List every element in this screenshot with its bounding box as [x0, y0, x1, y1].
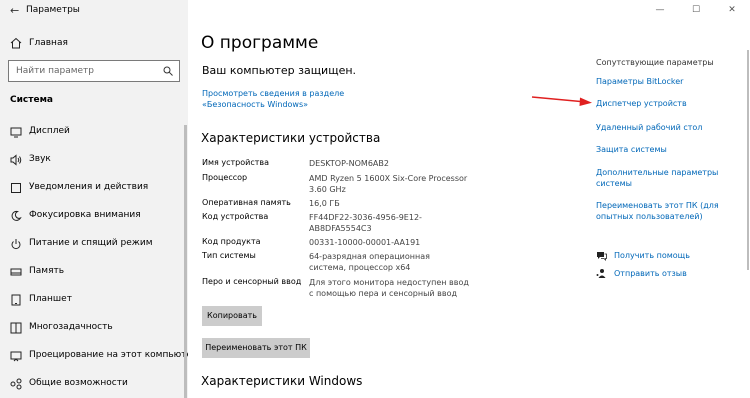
storage-icon	[10, 268, 22, 276]
sidebar-item-label: Уведомления и действия	[29, 182, 149, 192]
back-arrow-icon[interactable]: ←	[10, 4, 19, 17]
device-manager-link[interactable]: Диспетчер устройств	[596, 98, 726, 109]
sidebar-item-display[interactable]: Дисплей	[0, 121, 188, 143]
sidebar-item-multitasking[interactable]: Многозадачность	[0, 317, 188, 339]
copy-button[interactable]: Копировать	[202, 306, 262, 326]
send-feedback-label: Отправить отзыв	[614, 269, 687, 278]
sidebar-item-tablet[interactable]: Планшет	[0, 289, 188, 311]
spec-value: AMD Ryzen 5 1600X Six-Core Processor 3.6…	[309, 174, 468, 194]
spec-value: FF44DF22-3036-4956-9E12-AB8DFA5554C3	[309, 213, 422, 233]
projecting-icon	[10, 351, 22, 362]
sidebar-item-label: Питание и спящий режим	[29, 238, 153, 248]
search-placeholder: Найти параметр	[16, 66, 94, 76]
power-icon	[11, 239, 21, 250]
remote-desktop-link[interactable]: Удаленный рабочий стол	[596, 122, 726, 133]
sound-icon	[10, 154, 22, 166]
advanced-system-settings-link[interactable]: Дополнительные параметры системы	[596, 167, 726, 189]
sidebar-item-label: Память	[29, 266, 65, 276]
spec-key: Код устройства	[202, 212, 269, 221]
sidebar-item-power[interactable]: Питание и спящий режим	[0, 233, 188, 255]
sidebar-item-label: Общие возможности	[29, 378, 128, 388]
spec-key: Имя устройства	[202, 158, 270, 167]
spec-key: Процессор	[202, 173, 248, 182]
home-icon	[10, 37, 22, 49]
close-button[interactable]: ✕	[714, 0, 750, 22]
spec-key: Оперативная память	[202, 198, 291, 207]
sidebar-item-label: Фокусировка внимания	[29, 210, 141, 220]
multitasking-icon	[10, 322, 22, 334]
system-protection-link[interactable]: Защита системы	[596, 144, 726, 155]
get-help-label: Получить помощь	[614, 251, 690, 260]
spec-key: Перо и сенсорный ввод	[202, 277, 302, 286]
sidebar-item-storage[interactable]: Память	[0, 261, 188, 283]
focus-icon	[11, 210, 22, 221]
display-icon	[10, 127, 22, 138]
sidebar-item-label: Многозадачность	[29, 322, 113, 332]
spec-value: 00331-10000-00001-AA191	[309, 238, 421, 247]
sidebar-item-label: Звук	[29, 154, 51, 164]
device-specs-heading: Характеристики устройства	[201, 131, 381, 145]
help-chat-icon	[597, 252, 607, 261]
related-settings-title: Сопутствующие параметры	[596, 58, 714, 67]
bitlocker-link[interactable]: Параметры BitLocker	[596, 76, 726, 87]
security-link[interactable]: Просмотреть сведения в разделе «Безопасн…	[202, 88, 402, 110]
sidebar-item-label: Дисплей	[29, 126, 70, 136]
notifications-icon	[11, 183, 21, 193]
maximize-button[interactable]: ☐	[678, 0, 714, 22]
minimize-button[interactable]: —	[642, 0, 678, 22]
nav-home[interactable]: Главная	[0, 32, 188, 54]
window-controls: — ☐ ✕	[642, 0, 750, 22]
sidebar-item-projecting[interactable]: Проецирование на этот компьютер	[0, 345, 198, 367]
spec-key: Код продукта	[202, 237, 261, 246]
sidebar-item-label: Планшет	[29, 294, 72, 304]
main-scrollbar[interactable]	[747, 50, 749, 270]
sidebar-item-label: Проецирование на этот компьютер	[29, 350, 198, 360]
spec-value: DESKTOP-NOM6AB2	[309, 159, 389, 168]
sidebar-item-shared[interactable]: Общие возможности	[0, 373, 188, 395]
rename-pc-advanced-link[interactable]: Переименовать этот ПК (для опытных польз…	[596, 200, 726, 222]
spec-value: Для этого монитора недоступен ввод с пом…	[309, 278, 469, 298]
spec-value: 16,0 ГБ	[309, 199, 340, 208]
shared-icon	[10, 378, 22, 390]
sidebar-item-sound[interactable]: Звук	[0, 149, 188, 171]
windows-specs-heading: Характеристики Windows	[201, 374, 363, 388]
spec-value: 64-разрядная операционная система, проце…	[309, 252, 430, 272]
sidebar-item-notifications[interactable]: Уведомления и действия	[0, 177, 188, 199]
sidebar-item-focus[interactable]: Фокусировка внимания	[0, 205, 188, 227]
tablet-icon	[11, 294, 21, 306]
nav-home-label: Главная	[29, 38, 68, 48]
spec-key: Тип системы	[202, 251, 256, 260]
annotation-arrow-icon	[531, 96, 592, 106]
protected-status: Ваш компьютер защищен.	[202, 64, 357, 77]
search-icon	[163, 66, 173, 76]
sidebar: ← Параметры Главная Найти параметр Систе…	[0, 0, 198, 398]
feedback-icon	[596, 269, 606, 278]
window-title: Параметры	[26, 5, 80, 15]
page-title: О программе	[201, 33, 319, 53]
sidebar-section-title: Система	[10, 95, 53, 105]
search-input[interactable]: Найти параметр	[8, 60, 180, 82]
sidebar-scrollbar[interactable]	[184, 125, 187, 398]
rename-pc-button[interactable]: Переименовать этот ПК	[202, 338, 310, 358]
